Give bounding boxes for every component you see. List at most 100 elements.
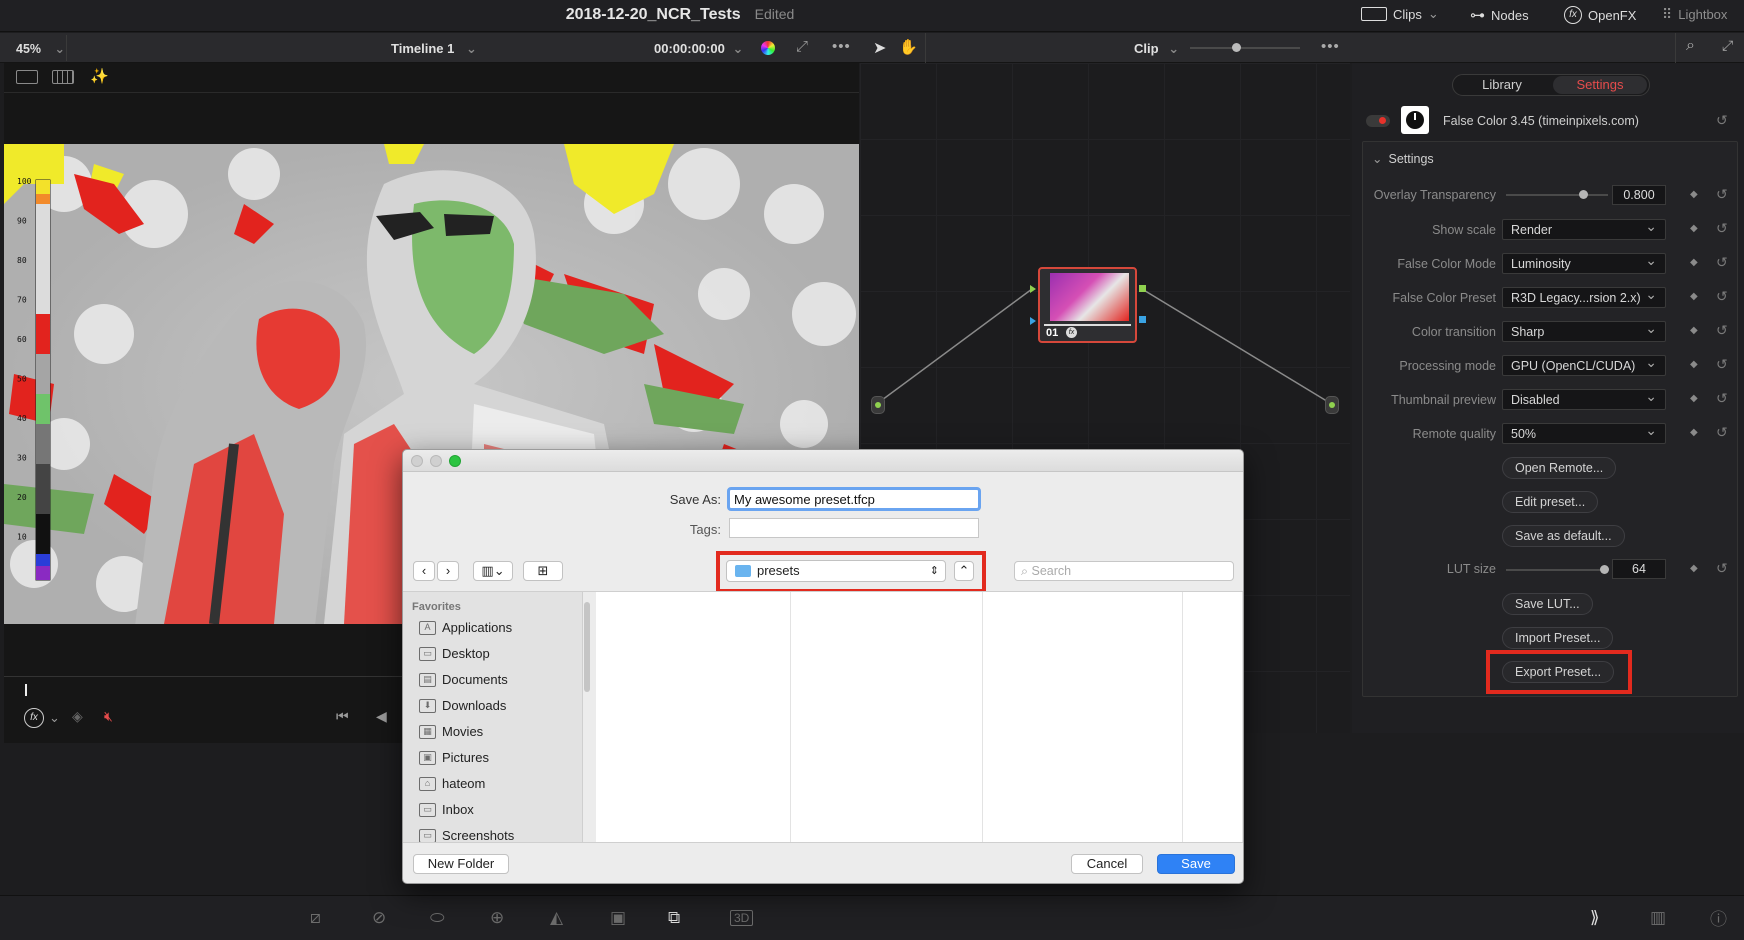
keyframe-icon[interactable]: ◆: [1690, 325, 1698, 336]
reset-icon[interactable]: ↺: [1716, 288, 1728, 305]
openfx-button[interactable]: fx OpenFX: [1564, 6, 1636, 24]
filename-input[interactable]: My awesome preset.tfcp: [727, 487, 981, 511]
open-remote-button[interactable]: Open Remote...: [1502, 457, 1617, 479]
pointer-icon[interactable]: ➤: [873, 38, 886, 58]
setting-dropdown[interactable]: 50%: [1502, 422, 1666, 444]
setting-dropdown[interactable]: R3D Legacy...rsion 2.x): [1502, 286, 1666, 308]
zoom-slider-handle[interactable]: [1232, 43, 1241, 52]
node-01[interactable]: 01 fx: [1038, 267, 1137, 343]
sidebar-item[interactable]: ▭ Screenshots: [419, 828, 514, 843]
save-button[interactable]: Save: [1157, 854, 1235, 874]
back-button[interactable]: ‹: [413, 561, 435, 581]
new-folder-icon-button[interactable]: ⊞: [523, 561, 563, 581]
new-folder-button[interactable]: New Folder: [413, 854, 509, 874]
blur-icon[interactable]: ◭: [550, 908, 563, 928]
browser-column-2[interactable]: [791, 592, 983, 842]
playhead[interactable]: [25, 684, 27, 696]
tab-library[interactable]: Library: [1456, 77, 1548, 92]
tags-input[interactable]: [729, 518, 979, 538]
browser-column-3[interactable]: [983, 592, 1183, 842]
sidebar-item[interactable]: ▤ Documents: [419, 672, 508, 687]
play-reverse-icon[interactable]: ◀: [376, 708, 387, 725]
zoom-slider[interactable]: [1190, 47, 1300, 49]
search-icon[interactable]: ⌕: [1686, 37, 1695, 55]
more-options-icon[interactable]: •••: [832, 38, 851, 55]
fullscreen-icon[interactable]: ⤢: [796, 38, 808, 55]
sidebar-scrollbar[interactable]: [584, 602, 590, 692]
save-as-default-button[interactable]: Save as default...: [1502, 525, 1625, 547]
3d-icon[interactable]: 3D: [730, 909, 754, 926]
lut-size-handle[interactable]: [1600, 565, 1609, 574]
zoom-button[interactable]: [449, 455, 461, 467]
cancel-button[interactable]: Cancel: [1071, 854, 1143, 874]
more-options-icon[interactable]: •••: [1321, 38, 1340, 55]
keyframe-icon[interactable]: ◆: [1690, 563, 1698, 574]
reset-icon[interactable]: ↺: [1716, 322, 1728, 339]
setting-dropdown[interactable]: Disabled: [1502, 388, 1666, 410]
sidebar-item[interactable]: ⬇ Downloads: [419, 698, 506, 713]
sizing-icon[interactable]: ⧉: [668, 908, 680, 928]
tracker-icon[interactable]: ⊕: [490, 908, 504, 928]
reset-icon[interactable]: ↺: [1716, 186, 1728, 203]
sidebar-item[interactable]: A Applications: [419, 620, 512, 635]
setting-dropdown[interactable]: Sharp: [1502, 320, 1666, 342]
scopes-nodes-icon[interactable]: ⟫: [1590, 908, 1599, 928]
keyframe-icon[interactable]: ◆: [1690, 393, 1698, 404]
minimize-button[interactable]: [430, 455, 442, 467]
skip-to-start-icon[interactable]: ⏮: [336, 708, 349, 725]
keyframe-icon[interactable]: ◆: [1690, 223, 1698, 234]
sidebar-item[interactable]: ⌂ hateom: [419, 776, 485, 791]
settings-section-header[interactable]: ⌄ Settings: [1372, 151, 1434, 166]
sidebar-item[interactable]: ▭ Desktop: [419, 646, 490, 661]
reset-icon[interactable]: ↺: [1716, 424, 1728, 441]
keyframe-icon[interactable]: ◆: [1690, 257, 1698, 268]
lut-size-slider[interactable]: [1506, 569, 1608, 571]
expand-icon[interactable]: ⤢: [1722, 37, 1733, 54]
overlay-transparency-slider[interactable]: [1506, 194, 1608, 196]
forward-button[interactable]: ›: [437, 561, 459, 581]
timeline-select[interactable]: Timeline 1 ⌄: [391, 41, 477, 57]
reset-icon[interactable]: ↺: [1716, 390, 1728, 407]
keyframe-icon[interactable]: ◆: [1690, 189, 1698, 200]
keyframe-icon[interactable]: ◆: [1690, 359, 1698, 370]
chevron-down-icon[interactable]: ⌄: [49, 710, 60, 726]
magic-wand-icon[interactable]: ✨: [90, 67, 109, 85]
setting-dropdown[interactable]: Luminosity: [1502, 252, 1666, 274]
lut-size-value[interactable]: 64: [1612, 559, 1666, 579]
save-lut-button[interactable]: Save LUT...: [1502, 593, 1593, 615]
tab-settings[interactable]: Settings: [1553, 77, 1647, 92]
view-mode-button[interactable]: ▥⌄: [473, 561, 513, 581]
plugin-enable-toggle[interactable]: [1366, 115, 1390, 127]
node-key-output[interactable]: [1139, 316, 1146, 323]
window-icon[interactable]: ⬭: [430, 908, 445, 928]
hand-icon[interactable]: ✋: [899, 38, 918, 56]
nodes-button[interactable]: ⊶ Nodes: [1470, 6, 1529, 24]
input-node[interactable]: [871, 396, 885, 414]
setting-dropdown[interactable]: GPU (OpenCL/CUDA): [1502, 354, 1666, 376]
keyframe-icon[interactable]: ◆: [1690, 427, 1698, 438]
overlay-transparency-handle[interactable]: [1578, 190, 1588, 199]
scopes-icon[interactable]: ▥: [1650, 908, 1666, 928]
edit-preset-button[interactable]: Edit preset...: [1502, 491, 1599, 513]
reset-icon[interactable]: ↺: [1716, 560, 1728, 577]
info-icon[interactable]: ⓘ: [1710, 905, 1727, 930]
lightbox-button[interactable]: ⠿ Lightbox: [1662, 6, 1727, 23]
single-view-icon[interactable]: [16, 70, 38, 84]
browser-column-4[interactable]: [1183, 592, 1243, 842]
sidebar-item[interactable]: ▦ Movies: [419, 724, 483, 739]
reset-icon[interactable]: ↺: [1716, 112, 1728, 129]
input-port[interactable]: [875, 402, 881, 408]
reset-icon[interactable]: ↺: [1716, 356, 1728, 373]
fx-icon[interactable]: fx: [24, 708, 44, 728]
import-preset-button[interactable]: Import Preset...: [1502, 627, 1614, 649]
clip-select[interactable]: Clip ⌄: [1134, 41, 1179, 57]
reset-icon[interactable]: ↺: [1716, 220, 1728, 237]
key-icon[interactable]: ▣: [610, 908, 626, 928]
qualifier-icon[interactable]: ⊘: [372, 908, 386, 928]
curves-icon[interactable]: ⧄: [310, 908, 321, 928]
mute-icon[interactable]: 🔇︎: [104, 708, 113, 725]
layers-icon[interactable]: ◈: [72, 708, 83, 725]
close-button[interactable]: [411, 455, 423, 467]
color-wheel-icon[interactable]: [758, 38, 778, 58]
sidebar-item[interactable]: ▭ Inbox: [419, 802, 474, 817]
